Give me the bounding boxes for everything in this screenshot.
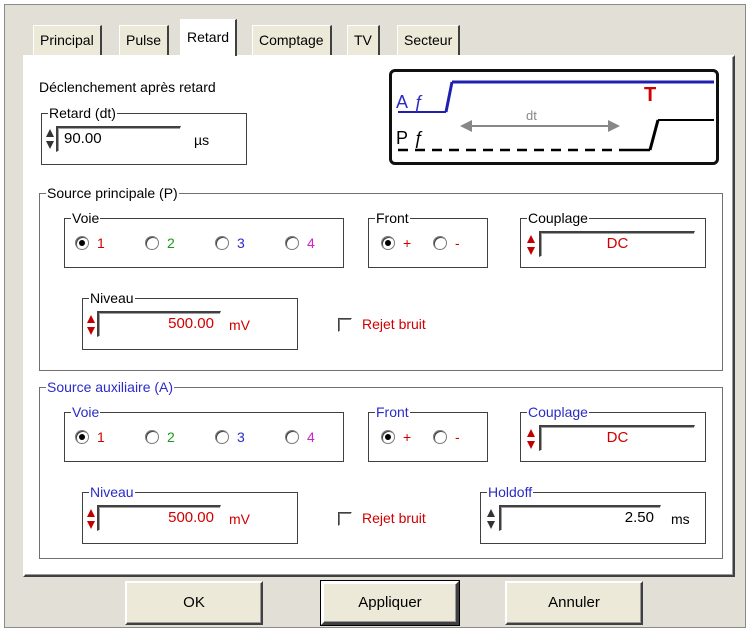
timing-diagram-svg	[398, 80, 714, 152]
auxiliary-rejet-label: Rejet bruit	[362, 510, 426, 526]
holdoff-spinner[interactable]	[487, 507, 496, 531]
auxiliary-couplage-group: Couplage DC	[520, 403, 706, 462]
auxiliary-source-legend: Source auxiliaire (A)	[46, 378, 175, 396]
trigger-dialog: Principal Pulse Retard Comptage TV Secte…	[4, 4, 746, 628]
auxiliary-voie-4[interactable]: 4	[285, 429, 315, 445]
auxiliary-niveau-spinner[interactable]	[87, 507, 96, 531]
principal-niveau-group: Niveau 500.00 mV	[82, 289, 298, 350]
delay-unit: µs	[194, 132, 210, 148]
auxiliary-front-legend: Front	[375, 403, 410, 421]
principal-front-legend: Front	[375, 209, 410, 227]
auxiliary-voie-legend: Voie	[71, 403, 101, 421]
cancel-button[interactable]: Annuler	[505, 581, 643, 625]
tab-page-retard: Déclenchement après retard Retard (dt) 9…	[23, 55, 735, 577]
tab-retard[interactable]: Retard	[180, 19, 238, 56]
tab-secteur[interactable]: Secteur	[397, 25, 461, 55]
holdoff-legend: Holdoff	[487, 483, 534, 501]
auxiliary-voie-3[interactable]: 3	[215, 429, 245, 445]
delay-group: Retard (dt) 90.00 µs	[41, 104, 247, 165]
auxiliary-niveau-legend: Niveau	[89, 483, 135, 501]
auxiliary-front-group: Front + -	[368, 403, 488, 462]
auxiliary-niveau-group: Niveau 500.00 mV	[82, 483, 298, 544]
delay-spinner[interactable]	[46, 127, 55, 151]
principal-voie-1[interactable]: 1	[75, 235, 105, 251]
auxiliary-niveau-unit: mV	[229, 511, 250, 527]
principal-niveau-spinner[interactable]	[87, 313, 96, 337]
holdoff-unit: ms	[671, 511, 690, 527]
auxiliary-source-group: Source auxiliaire (A) Voie 1 2 3 4 Front…	[39, 378, 723, 559]
principal-couplage-group: Couplage DC	[520, 209, 706, 268]
principal-couplage-legend: Couplage	[527, 209, 589, 227]
auxiliary-niveau-input[interactable]: 500.00	[97, 505, 221, 531]
principal-front-plus[interactable]: +	[381, 235, 411, 251]
diagram-dt-label: dt	[526, 108, 537, 123]
principal-niveau-legend: Niveau	[89, 289, 135, 307]
delay-legend: Retard (dt)	[48, 104, 117, 122]
principal-niveau-unit: mV	[229, 317, 250, 333]
auxiliary-couplage-spinner[interactable]	[527, 427, 536, 451]
auxiliary-front-minus[interactable]: -	[433, 429, 460, 445]
diagram-t-label: T	[644, 84, 657, 106]
principal-rejet-label: Rejet bruit	[362, 316, 426, 332]
principal-voie-group: Voie 1 2 3 4	[64, 209, 344, 268]
principal-source-legend: Source principale (P)	[46, 184, 179, 202]
auxiliary-voie-group: Voie 1 2 3 4	[64, 403, 344, 462]
principal-voie-legend: Voie	[71, 209, 101, 227]
principal-voie-3[interactable]: 3	[215, 235, 245, 251]
auxiliary-voie-2[interactable]: 2	[145, 429, 175, 445]
auxiliary-rejet-checkbox[interactable]	[338, 512, 352, 526]
auxiliary-front-plus[interactable]: +	[381, 429, 411, 445]
auxiliary-couplage-legend: Couplage	[527, 403, 589, 421]
tab-comptage[interactable]: Comptage	[252, 25, 332, 55]
principal-couplage-spinner[interactable]	[527, 233, 536, 257]
principal-couplage-input[interactable]: DC	[539, 231, 695, 257]
principal-rejet-checkbox[interactable]	[338, 318, 352, 332]
page-heading: Déclenchement après retard	[39, 79, 216, 95]
principal-front-minus[interactable]: -	[433, 235, 460, 251]
auxiliary-voie-1[interactable]: 1	[75, 429, 105, 445]
tab-pulse[interactable]: Pulse	[119, 25, 170, 55]
tab-principal[interactable]: Principal	[33, 25, 102, 55]
principal-niveau-input[interactable]: 500.00	[97, 311, 221, 337]
ok-button[interactable]: OK	[125, 581, 263, 625]
delay-timing-diagram: A ƒ P ƒ dt T	[389, 69, 719, 165]
holdoff-group: Holdoff 2.50 ms	[480, 483, 706, 544]
tab-tv[interactable]: TV	[347, 25, 380, 55]
diagram-p-edge-icon: ƒ	[414, 128, 425, 148]
delay-input[interactable]: 90.00	[56, 126, 181, 152]
principal-voie-2[interactable]: 2	[145, 235, 175, 251]
apply-button[interactable]: Appliquer	[320, 580, 460, 626]
holdoff-input[interactable]: 2.50	[499, 505, 661, 531]
auxiliary-couplage-input[interactable]: DC	[539, 425, 695, 451]
diagram-p-label: P	[396, 128, 409, 148]
diagram-a-edge-icon: ƒ	[414, 92, 425, 112]
diagram-a-label: A	[396, 92, 409, 112]
principal-front-group: Front + -	[368, 209, 488, 268]
principal-source-group: Source principale (P) Voie 1 2 3 4 Front…	[39, 184, 723, 371]
principal-voie-4[interactable]: 4	[285, 235, 315, 251]
